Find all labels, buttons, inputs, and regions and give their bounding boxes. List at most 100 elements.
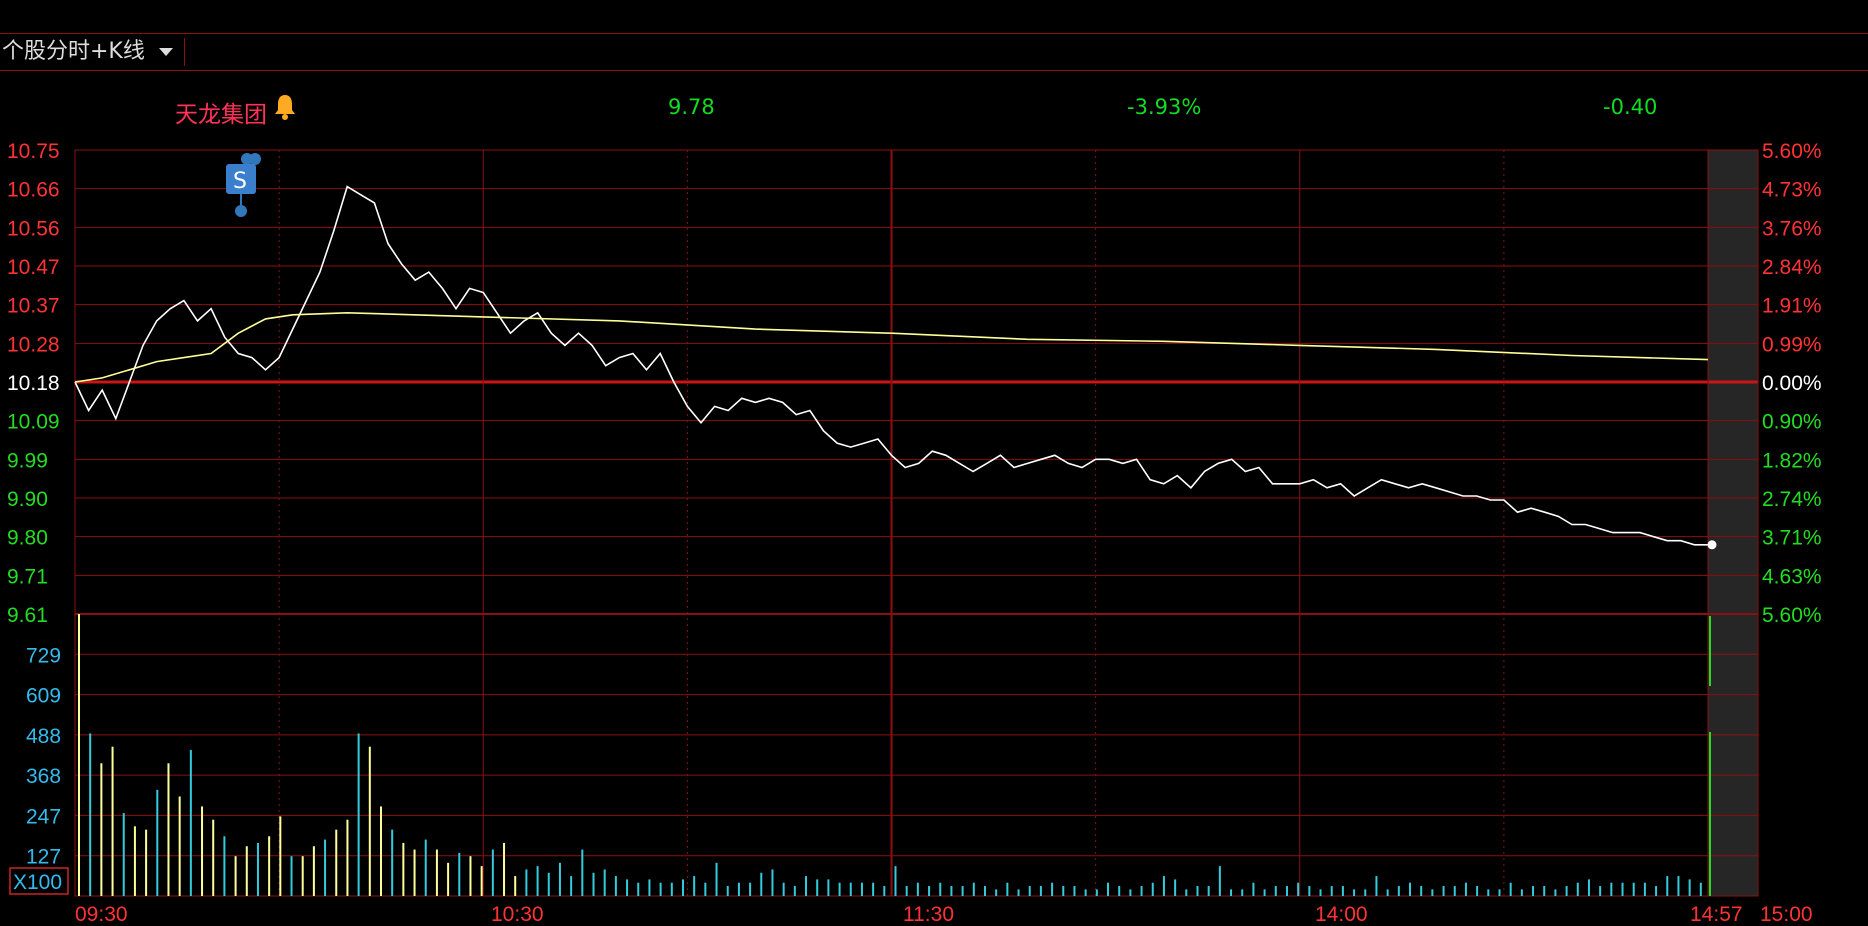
volume-bar xyxy=(1364,889,1367,896)
volume-bar xyxy=(223,836,226,896)
volume-bar xyxy=(1107,882,1110,896)
volume-bar xyxy=(290,856,293,896)
price-tick-label: 9.71 xyxy=(7,565,48,588)
volume-bar xyxy=(547,872,550,896)
price-tick-label: 9.61 xyxy=(7,604,48,627)
closing-volume-bar xyxy=(1709,732,1711,896)
volume-bar xyxy=(715,862,718,896)
price-tick-label: 10.66 xyxy=(7,179,60,202)
volume-bar xyxy=(1285,886,1288,896)
volume-bar xyxy=(491,849,494,896)
pct-tick-label: 0.99% xyxy=(1762,333,1822,356)
volume-bar xyxy=(1319,889,1322,896)
volume-bar xyxy=(1039,886,1042,896)
volume-bar xyxy=(916,882,919,896)
volume-bar xyxy=(1375,876,1378,896)
volume-bar xyxy=(681,879,684,896)
volume-bar xyxy=(1230,889,1233,896)
volume-bar xyxy=(89,733,92,896)
volume-bar xyxy=(1565,886,1568,896)
volume-bar xyxy=(1666,876,1669,896)
volume-bar xyxy=(413,849,416,896)
volume-bar xyxy=(592,872,595,896)
volume-bar xyxy=(860,882,863,896)
pct-tick-label: 5.60% xyxy=(1762,604,1822,627)
volume-bar xyxy=(838,882,841,896)
volume-bar xyxy=(1308,886,1311,896)
volume-bar xyxy=(1151,882,1154,896)
pct-tick-label: 5.60% xyxy=(1762,140,1822,163)
time-tick-label: 09:30 xyxy=(75,903,128,926)
time-tick-label: 14:57 xyxy=(1690,903,1743,926)
volume-bar xyxy=(558,862,561,896)
volume-bar xyxy=(1196,886,1199,896)
volume-bar xyxy=(659,882,662,896)
volume-bar xyxy=(1218,866,1221,896)
volume-bar xyxy=(693,876,696,896)
volume-bar xyxy=(1520,889,1523,896)
volume-bar xyxy=(122,813,125,896)
closing-volume-bar xyxy=(1709,616,1711,686)
volume-bar xyxy=(1543,886,1546,896)
volume-bar xyxy=(525,869,528,896)
volume-bar xyxy=(503,842,506,896)
volume-bar xyxy=(626,879,629,896)
volume-bar xyxy=(1677,876,1680,896)
volume-bar xyxy=(1341,886,1344,896)
volume-bar xyxy=(335,829,338,896)
volume-bar xyxy=(793,886,796,896)
volume-bar xyxy=(1006,882,1009,896)
volume-bar xyxy=(1442,886,1445,896)
volume-bar xyxy=(435,849,438,896)
volume-bar xyxy=(883,886,886,896)
volume-bar xyxy=(1688,879,1691,896)
volume-bar xyxy=(391,829,394,896)
volume-bar xyxy=(983,886,986,896)
volume-bar xyxy=(1263,889,1266,896)
volume-bar xyxy=(1576,882,1579,896)
volume-tick-label: 609 xyxy=(26,685,61,708)
price-tick-label: 10.47 xyxy=(7,256,60,279)
volume-bar xyxy=(905,886,908,896)
volume-bar xyxy=(1274,886,1277,896)
volume-bar xyxy=(234,856,237,896)
pct-tick-label: 3.71% xyxy=(1762,527,1822,550)
volume-bar xyxy=(324,839,327,896)
volume-bar xyxy=(1699,882,1702,896)
price-tick-label: 9.90 xyxy=(7,488,48,511)
volume-bar xyxy=(424,839,427,896)
volume-bar xyxy=(536,866,539,896)
volume-bar xyxy=(581,849,584,896)
signal-dot xyxy=(249,153,261,165)
volume-bar xyxy=(737,882,740,896)
time-tick-label: 14:00 xyxy=(1315,903,1368,926)
volume-bar xyxy=(1554,889,1557,896)
volume-bar xyxy=(1487,889,1490,896)
volume-bar xyxy=(1252,882,1255,896)
volume-bar xyxy=(1207,886,1210,896)
volume-bar xyxy=(670,882,673,896)
volume-bar xyxy=(268,836,271,896)
pct-tick-label: 0.90% xyxy=(1762,411,1822,434)
volume-bar xyxy=(1420,886,1423,896)
volume-bar xyxy=(1095,889,1098,896)
volume-bar xyxy=(1498,889,1501,896)
volume-tick-label: 247 xyxy=(26,805,61,828)
volume-bar xyxy=(726,886,729,896)
chart-frame xyxy=(74,149,1759,897)
price-tick-label: 10.09 xyxy=(7,411,60,434)
volume-bar xyxy=(1118,886,1121,896)
intraday-chart[interactable]: 10.75 10.66 10.56 10.47 10.37 10.28 10.18 10.09… xyxy=(0,0,1868,926)
price-tick-label: 10.37 xyxy=(7,295,60,318)
pct-tick-label: 4.63% xyxy=(1762,565,1822,588)
volume-bar xyxy=(995,889,998,896)
price-tick-label: 10.75 xyxy=(7,140,60,163)
volume-bar xyxy=(245,846,248,896)
pct-tick-label: 2.84% xyxy=(1762,256,1822,279)
volume-bar xyxy=(1643,882,1646,896)
volume-tick-label: 127 xyxy=(26,846,61,869)
volume-bar xyxy=(301,856,304,896)
volume-bar xyxy=(1476,886,1479,896)
time-tick-label: 10:30 xyxy=(491,903,544,926)
volume-bar xyxy=(1017,889,1020,896)
